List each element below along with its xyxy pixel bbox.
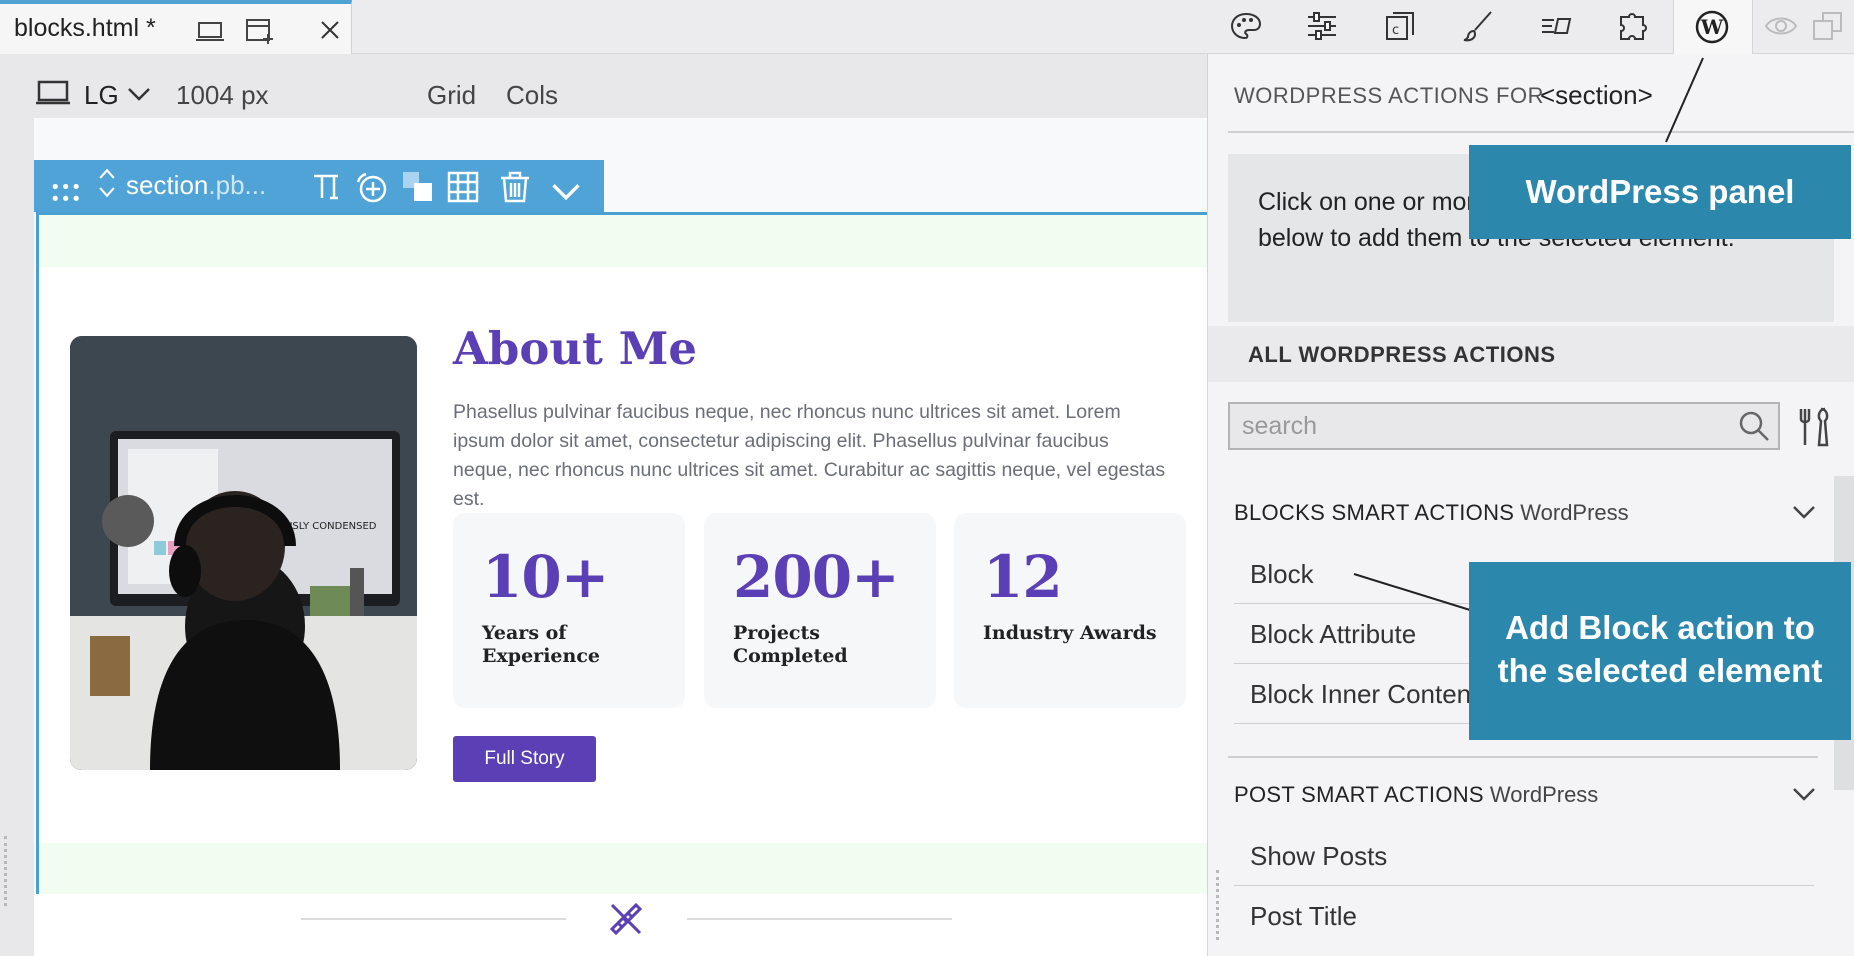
action-item-post-title[interactable]: Post Title [1234,886,1814,946]
divider [687,918,952,920]
group-title-posts[interactable]: POST SMART ACTIONS WordPress [1234,782,1598,808]
search-input[interactable] [1228,402,1780,450]
stat-number: 10+ [482,543,609,611]
text-styles-icon[interactable] [1536,6,1576,46]
canvas-width: 1004 px [176,80,269,110]
divider [1228,756,1818,758]
section-title: About Me [453,322,698,375]
action-label: Show Posts [1250,841,1388,871]
laptop-icon [36,80,70,105]
selection-toolbar: section.pb... [34,160,604,212]
stat-caption: Industry Awards [983,622,1157,644]
text-icon[interactable] [310,170,344,204]
panel-heading: WORDPRESS ACTIONS FOR [1234,83,1544,108]
new-window-icon[interactable] [244,16,276,46]
palette-icon[interactable] [1226,6,1266,46]
stat-card: 12 Industry Awards [954,513,1186,708]
design-tool-icon [609,902,643,936]
about-photo: OBVIOUSLY CONDENSED [70,336,417,770]
stat-number: 12 [983,543,1063,611]
action-label: Block [1250,559,1314,589]
selection-label: section.pb... [126,170,266,201]
group-title-text: POST SMART ACTIONS [1234,782,1484,807]
resize-handle[interactable] [1216,870,1220,940]
chevron-down-icon[interactable] [1790,501,1818,523]
chevron-down-icon[interactable] [549,174,583,208]
close-icon[interactable] [314,16,346,46]
action-label: Block Inner Content [1250,679,1479,709]
tools-icon[interactable] [1795,405,1839,449]
chevron-down-icon[interactable] [126,84,152,104]
resize-handle[interactable] [4,836,8,906]
section-paragraph: Phasellus pulvinar faucibus neque, nec r… [453,401,1166,510]
selection-tag: section [126,170,209,200]
below-section [34,894,1207,956]
document-tab-title: blocks.html * [14,14,156,42]
document-tab[interactable]: blocks.html * [0,0,352,54]
brush-icon[interactable] [1458,6,1498,46]
stat-card: 10+ Years of Experience [453,513,685,708]
app-window: blocks.html * c W LG 1004 px Grid Cols s… [0,0,1854,956]
duplicate-icon[interactable] [1808,6,1848,46]
divider [1228,131,1854,133]
panel-selected-element: <section> [1540,80,1653,110]
action-item-show-posts[interactable]: Show Posts [1234,826,1814,886]
stat-caption: Projects Completed [733,622,848,667]
top-toolbar: blocks.html * c W [0,0,1854,54]
sliders-icon[interactable] [1302,6,1342,46]
padding-bottom-band [39,843,1207,894]
components-icon[interactable]: c [1380,6,1420,46]
svg-text:W: W [1700,15,1724,39]
callout-add-block: Add Block action to the selected element [1469,562,1851,740]
cols-toggle[interactable]: Cols [506,80,558,111]
stat-caption: Years of Experience [482,622,600,667]
puzzle-icon[interactable] [1614,6,1654,46]
group-title-text: BLOCKS SMART ACTIONS [1234,500,1515,525]
grid-toggle[interactable]: Grid [427,80,476,111]
eye-icon[interactable] [1761,6,1801,46]
full-story-button[interactable]: Full Story [453,736,596,782]
group-title-blocks[interactable]: BLOCKS SMART ACTIONS WordPress [1234,500,1629,526]
breakpoint-selector[interactable]: LG [84,80,119,111]
add-icon[interactable] [354,170,388,204]
callout-wordpress-panel: WordPress panel [1469,145,1851,239]
all-actions-title: ALL WORDPRESS ACTIONS [1248,342,1556,367]
drag-handle-icon[interactable] [50,176,84,210]
wordpress-icon: W [1695,10,1729,44]
stat-number: 200+ [733,543,900,611]
action-label: Block Attribute [1250,619,1417,649]
laptop-icon[interactable] [194,16,226,46]
move-updown-icon[interactable] [90,166,124,200]
selection-classes: .pb... [208,170,267,200]
wordpress-tab[interactable]: W [1673,0,1753,54]
svg-text:c: c [1392,23,1399,38]
padding-top-band [39,215,1207,267]
swap-icon[interactable] [401,170,435,204]
trash-icon[interactable] [498,170,532,204]
action-label: Post Title [1250,901,1357,931]
chevron-down-icon[interactable] [1790,783,1818,805]
search-icon[interactable] [1737,409,1771,443]
grid-icon[interactable] [446,170,480,204]
group-source: WordPress [1489,782,1599,807]
group-source: WordPress [1520,500,1629,525]
stat-card: 200+ Projects Completed [704,513,936,708]
divider [301,918,566,920]
